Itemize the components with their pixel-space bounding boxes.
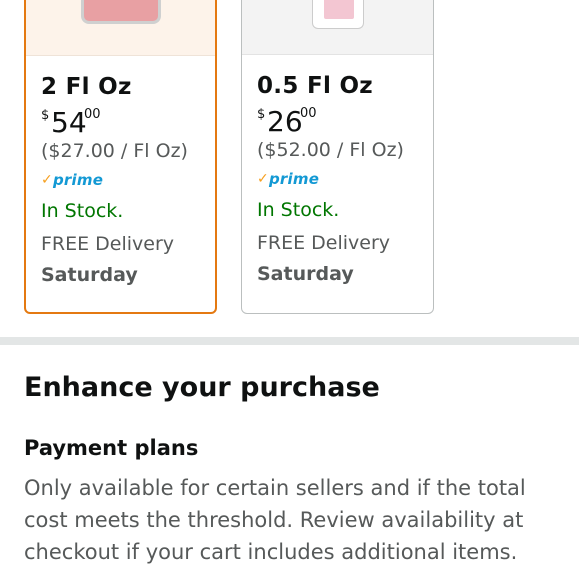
delivery-day: Saturday bbox=[41, 264, 138, 286]
product-image bbox=[26, 0, 215, 56]
price-whole: 54 bbox=[51, 106, 87, 139]
prime-label: prime bbox=[53, 171, 104, 189]
prime-check-icon: ✓ bbox=[41, 172, 53, 188]
enhance-purchase-heading: Enhance your purchase bbox=[24, 372, 380, 403]
stock-status: In Stock. bbox=[41, 200, 124, 222]
section-divider bbox=[0, 337, 579, 345]
price-fraction: 00 bbox=[84, 107, 101, 122]
perfume-bottle-image bbox=[312, 0, 364, 29]
prime-label: prime bbox=[269, 170, 320, 188]
size-option-card-2oz[interactable]: 2 Fl Oz $ 54 00 ($27.00 / Fl Oz) ✓ prime… bbox=[24, 0, 217, 314]
stock-status: In Stock. bbox=[257, 199, 340, 221]
price-fraction: 00 bbox=[300, 106, 317, 121]
option-size: 0.5 Fl Oz bbox=[257, 73, 373, 99]
perfume-bottle-image bbox=[81, 0, 161, 24]
bottle-label bbox=[324, 0, 354, 19]
delivery-text: FREE Delivery bbox=[41, 233, 175, 255]
payment-plans-heading: Payment plans bbox=[24, 436, 199, 460]
option-size: 2 Fl Oz bbox=[41, 74, 132, 100]
price-whole: 26 bbox=[267, 105, 303, 138]
unit-price: ($52.00 / Fl Oz) bbox=[257, 139, 404, 161]
delivery-day: Saturday bbox=[257, 263, 354, 285]
payment-plans-description: Only available for certain sellers and i… bbox=[24, 476, 526, 564]
prime-check-icon: ✓ bbox=[257, 171, 269, 187]
product-image bbox=[242, 0, 433, 55]
size-option-card-0-5oz[interactable]: 0.5 Fl Oz $ 26 00 ($52.00 / Fl Oz) ✓ pri… bbox=[241, 0, 434, 314]
unit-price: ($27.00 / Fl Oz) bbox=[41, 140, 188, 162]
delivery-text: FREE Delivery bbox=[257, 232, 391, 254]
price-symbol: $ bbox=[41, 108, 50, 123]
price-symbol: $ bbox=[257, 107, 266, 122]
